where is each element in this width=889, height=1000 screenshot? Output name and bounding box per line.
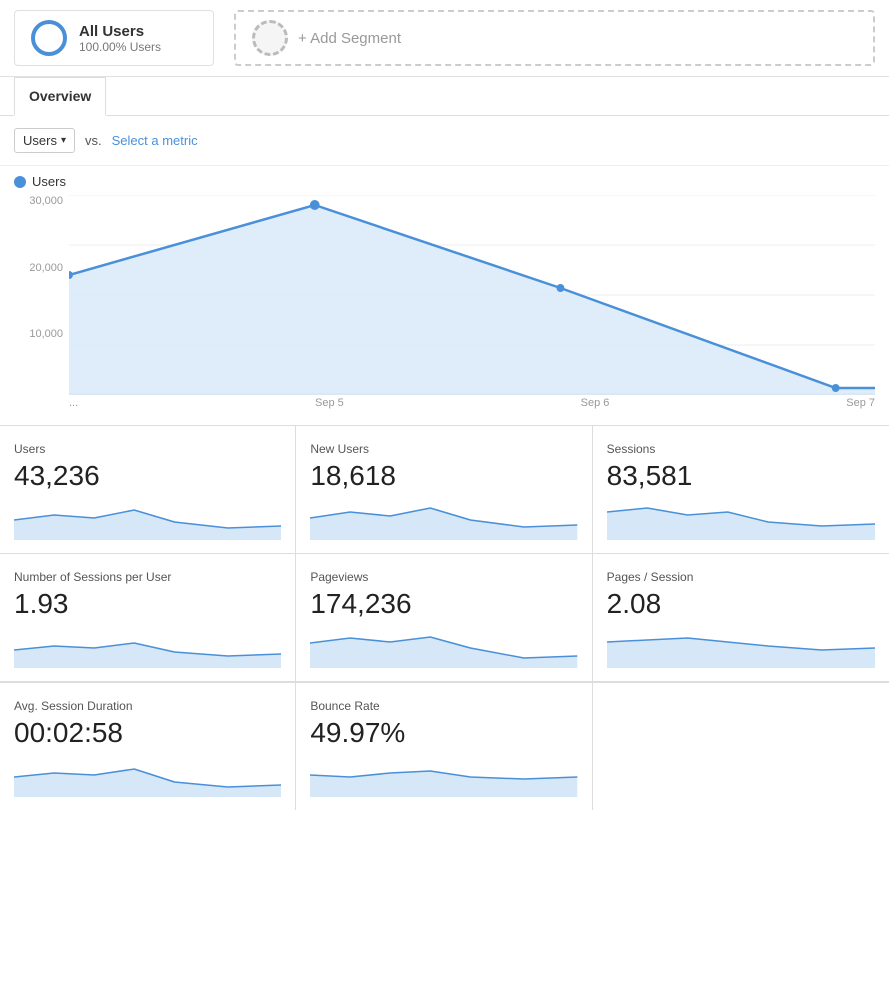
mini-chart-avg-duration <box>14 757 281 797</box>
stat-users-value: 43,236 <box>14 460 281 492</box>
add-segment-button[interactable]: + Add Segment <box>234 10 875 66</box>
add-segment-label: + Add Segment <box>298 30 401 47</box>
stat-avg-session-duration: Avg. Session Duration 00:02:58 <box>0 683 296 810</box>
chart-plot: ... Sep 5 Sep 6 Sep 7 <box>69 195 875 425</box>
stat-bounce-rate-label: Bounce Rate <box>310 699 577 713</box>
x-label-sep7: Sep 7 <box>846 397 875 409</box>
chart-svg <box>69 195 875 395</box>
mini-chart-new-users <box>310 500 577 540</box>
dropdown-arrow-icon: ▾ <box>61 135 66 146</box>
mini-chart-users <box>14 500 281 540</box>
mini-chart-sessions <box>607 500 875 540</box>
tab-bar: Overview <box>0 77 889 116</box>
stat-avg-duration-value: 00:02:58 <box>14 717 281 749</box>
chart-container: 30,000 20,000 10,000 <box>14 195 875 425</box>
vs-label: vs. <box>85 133 102 148</box>
stat-sessions-value: 83,581 <box>607 460 875 492</box>
stat-pageviews: Pageviews 174,236 <box>296 554 592 682</box>
stat-new-users: New Users 18,618 <box>296 426 592 554</box>
chart-legend: Users <box>14 174 875 189</box>
stat-pages-per-session-value: 2.08 <box>607 588 875 620</box>
stat-new-users-label: New Users <box>310 442 577 456</box>
stat-sessions: Sessions 83,581 <box>593 426 889 554</box>
metric-primary-label: Users <box>23 133 57 148</box>
y-label-10k: 10,000 <box>29 328 63 340</box>
metric-dropdown[interactable]: Users ▾ <box>14 128 75 153</box>
stat-pages-per-session: Pages / Session 2.08 <box>593 554 889 682</box>
stat-new-users-value: 18,618 <box>310 460 577 492</box>
chart-x-axis: ... Sep 5 Sep 6 Sep 7 <box>69 395 875 409</box>
mini-chart-pages-per-session <box>607 628 875 668</box>
stat-pages-per-session-label: Pages / Session <box>607 570 875 584</box>
metric-selector: Users ▾ vs. Select a metric <box>0 116 889 166</box>
segment-bar: All Users 100.00% Users + Add Segment <box>0 0 889 77</box>
segment-info: All Users 100.00% Users <box>79 23 161 54</box>
x-label-sep5: Sep 5 <box>315 397 344 409</box>
stat-sessions-label: Sessions <box>607 442 875 456</box>
y-label-30k: 30,000 <box>29 195 63 207</box>
chart-section: Users 30,000 20,000 10,000 <box>0 166 889 426</box>
x-label-dots: ... <box>69 397 78 409</box>
select-metric-link[interactable]: Select a metric <box>112 133 198 148</box>
y-label-20k: 20,000 <box>29 262 63 274</box>
stat-pageviews-label: Pageviews <box>310 570 577 584</box>
stats-grid-row1: Users 43,236 New Users 18,618 Sessions 8… <box>0 426 889 683</box>
stat-bounce-rate: Bounce Rate 49.97% <box>296 683 592 810</box>
stat-users-label: Users <box>14 442 281 456</box>
legend-label: Users <box>32 174 66 189</box>
legend-dot-icon <box>14 176 26 188</box>
mini-chart-bounce-rate <box>310 757 577 797</box>
stat-sessions-per-user: Number of Sessions per User 1.93 <box>0 554 296 682</box>
stat-sessions-per-user-value: 1.93 <box>14 588 281 620</box>
stat-bounce-rate-value: 49.97% <box>310 717 577 749</box>
stat-sessions-per-user-label: Number of Sessions per User <box>14 570 281 584</box>
segment-name: All Users <box>79 23 161 40</box>
add-segment-circle-icon <box>252 20 288 56</box>
segment-pct: 100.00% Users <box>79 40 161 54</box>
stat-pageviews-value: 174,236 <box>310 588 577 620</box>
stats-grid-row3: Avg. Session Duration 00:02:58 Bounce Ra… <box>0 683 889 810</box>
chart-y-axis: 30,000 20,000 10,000 <box>14 195 69 395</box>
mini-chart-pageviews <box>310 628 577 668</box>
tab-overview[interactable]: Overview <box>14 77 106 116</box>
stat-avg-duration-label: Avg. Session Duration <box>14 699 281 713</box>
x-label-sep6: Sep 6 <box>581 397 610 409</box>
all-users-segment[interactable]: All Users 100.00% Users <box>14 10 214 66</box>
stat-empty <box>593 683 889 810</box>
mini-chart-sessions-per-user <box>14 628 281 668</box>
segment-circle-icon <box>31 20 67 56</box>
stat-users: Users 43,236 <box>0 426 296 554</box>
